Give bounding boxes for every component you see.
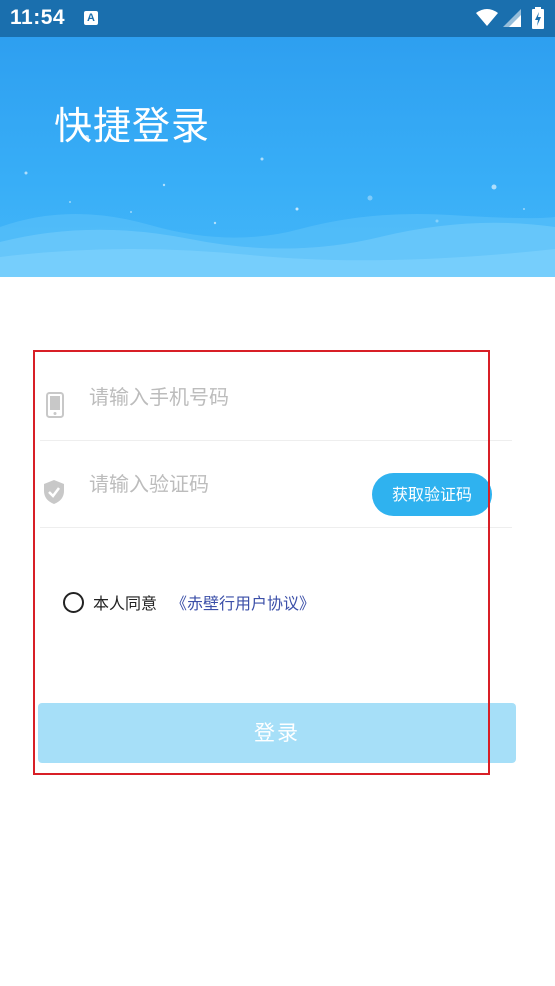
signal-icon: [503, 9, 521, 27]
highlight-frame: [33, 350, 490, 775]
notification-a-icon: A: [84, 11, 98, 25]
header-banner: 快捷登录: [0, 37, 555, 277]
status-time: 11:54: [10, 6, 66, 29]
status-bar: 11:54 A: [0, 0, 555, 37]
battery-charging-icon: [532, 7, 544, 29]
wifi-icon: [476, 9, 498, 26]
wave-decoration: [0, 213, 555, 277]
